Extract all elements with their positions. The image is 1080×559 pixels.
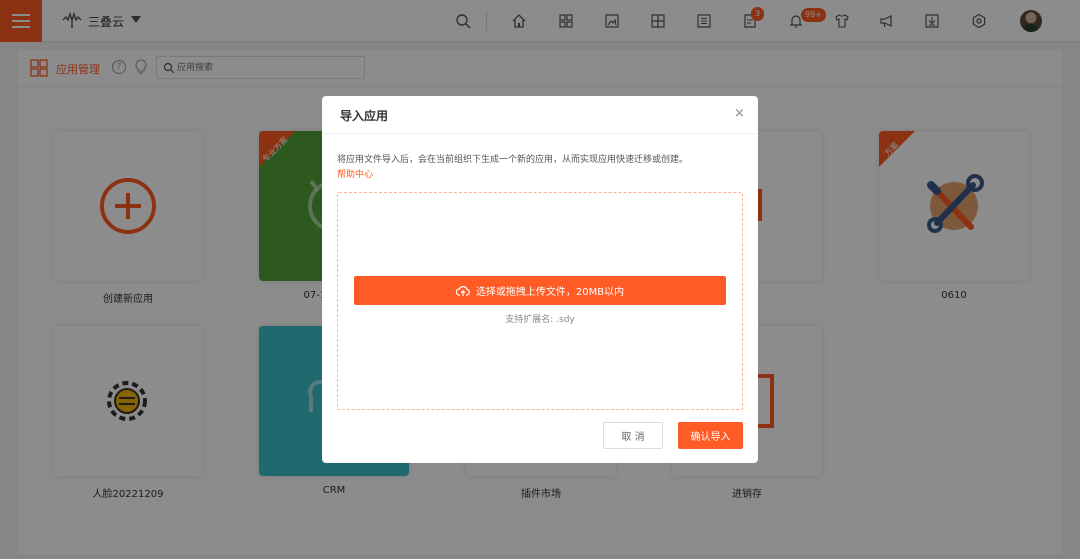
import-app-dialog: 导入应用 × 将应用文件导入后，会在当前组织下生成一个新的应用，从而实现应用快速… — [322, 96, 758, 463]
confirm-import-button[interactable]: 确认导入 — [678, 422, 743, 449]
dialog-title: 导入应用 — [340, 109, 389, 123]
cloud-upload-icon — [455, 285, 470, 296]
upload-button-label: 选择或拖拽上传文件，20MB以内 — [475, 287, 625, 298]
dialog-description: 将应用文件导入后，会在当前组织下生成一个新的应用，从而实现应用快速迁移或创建。 — [337, 155, 689, 165]
extension-note: 支持扩展名: .sdy — [505, 315, 575, 325]
dialog-divider — [322, 133, 758, 134]
upload-file-button[interactable]: 选择或拖拽上传文件，20MB以内 — [354, 276, 726, 305]
close-icon[interactable]: × — [734, 106, 745, 121]
cancel-button[interactable]: 取 消 — [603, 422, 663, 449]
file-drop-zone[interactable]: 选择或拖拽上传文件，20MB以内 支持扩展名: .sdy — [337, 192, 743, 410]
help-center-link[interactable]: 帮助中心 — [337, 167, 373, 180]
